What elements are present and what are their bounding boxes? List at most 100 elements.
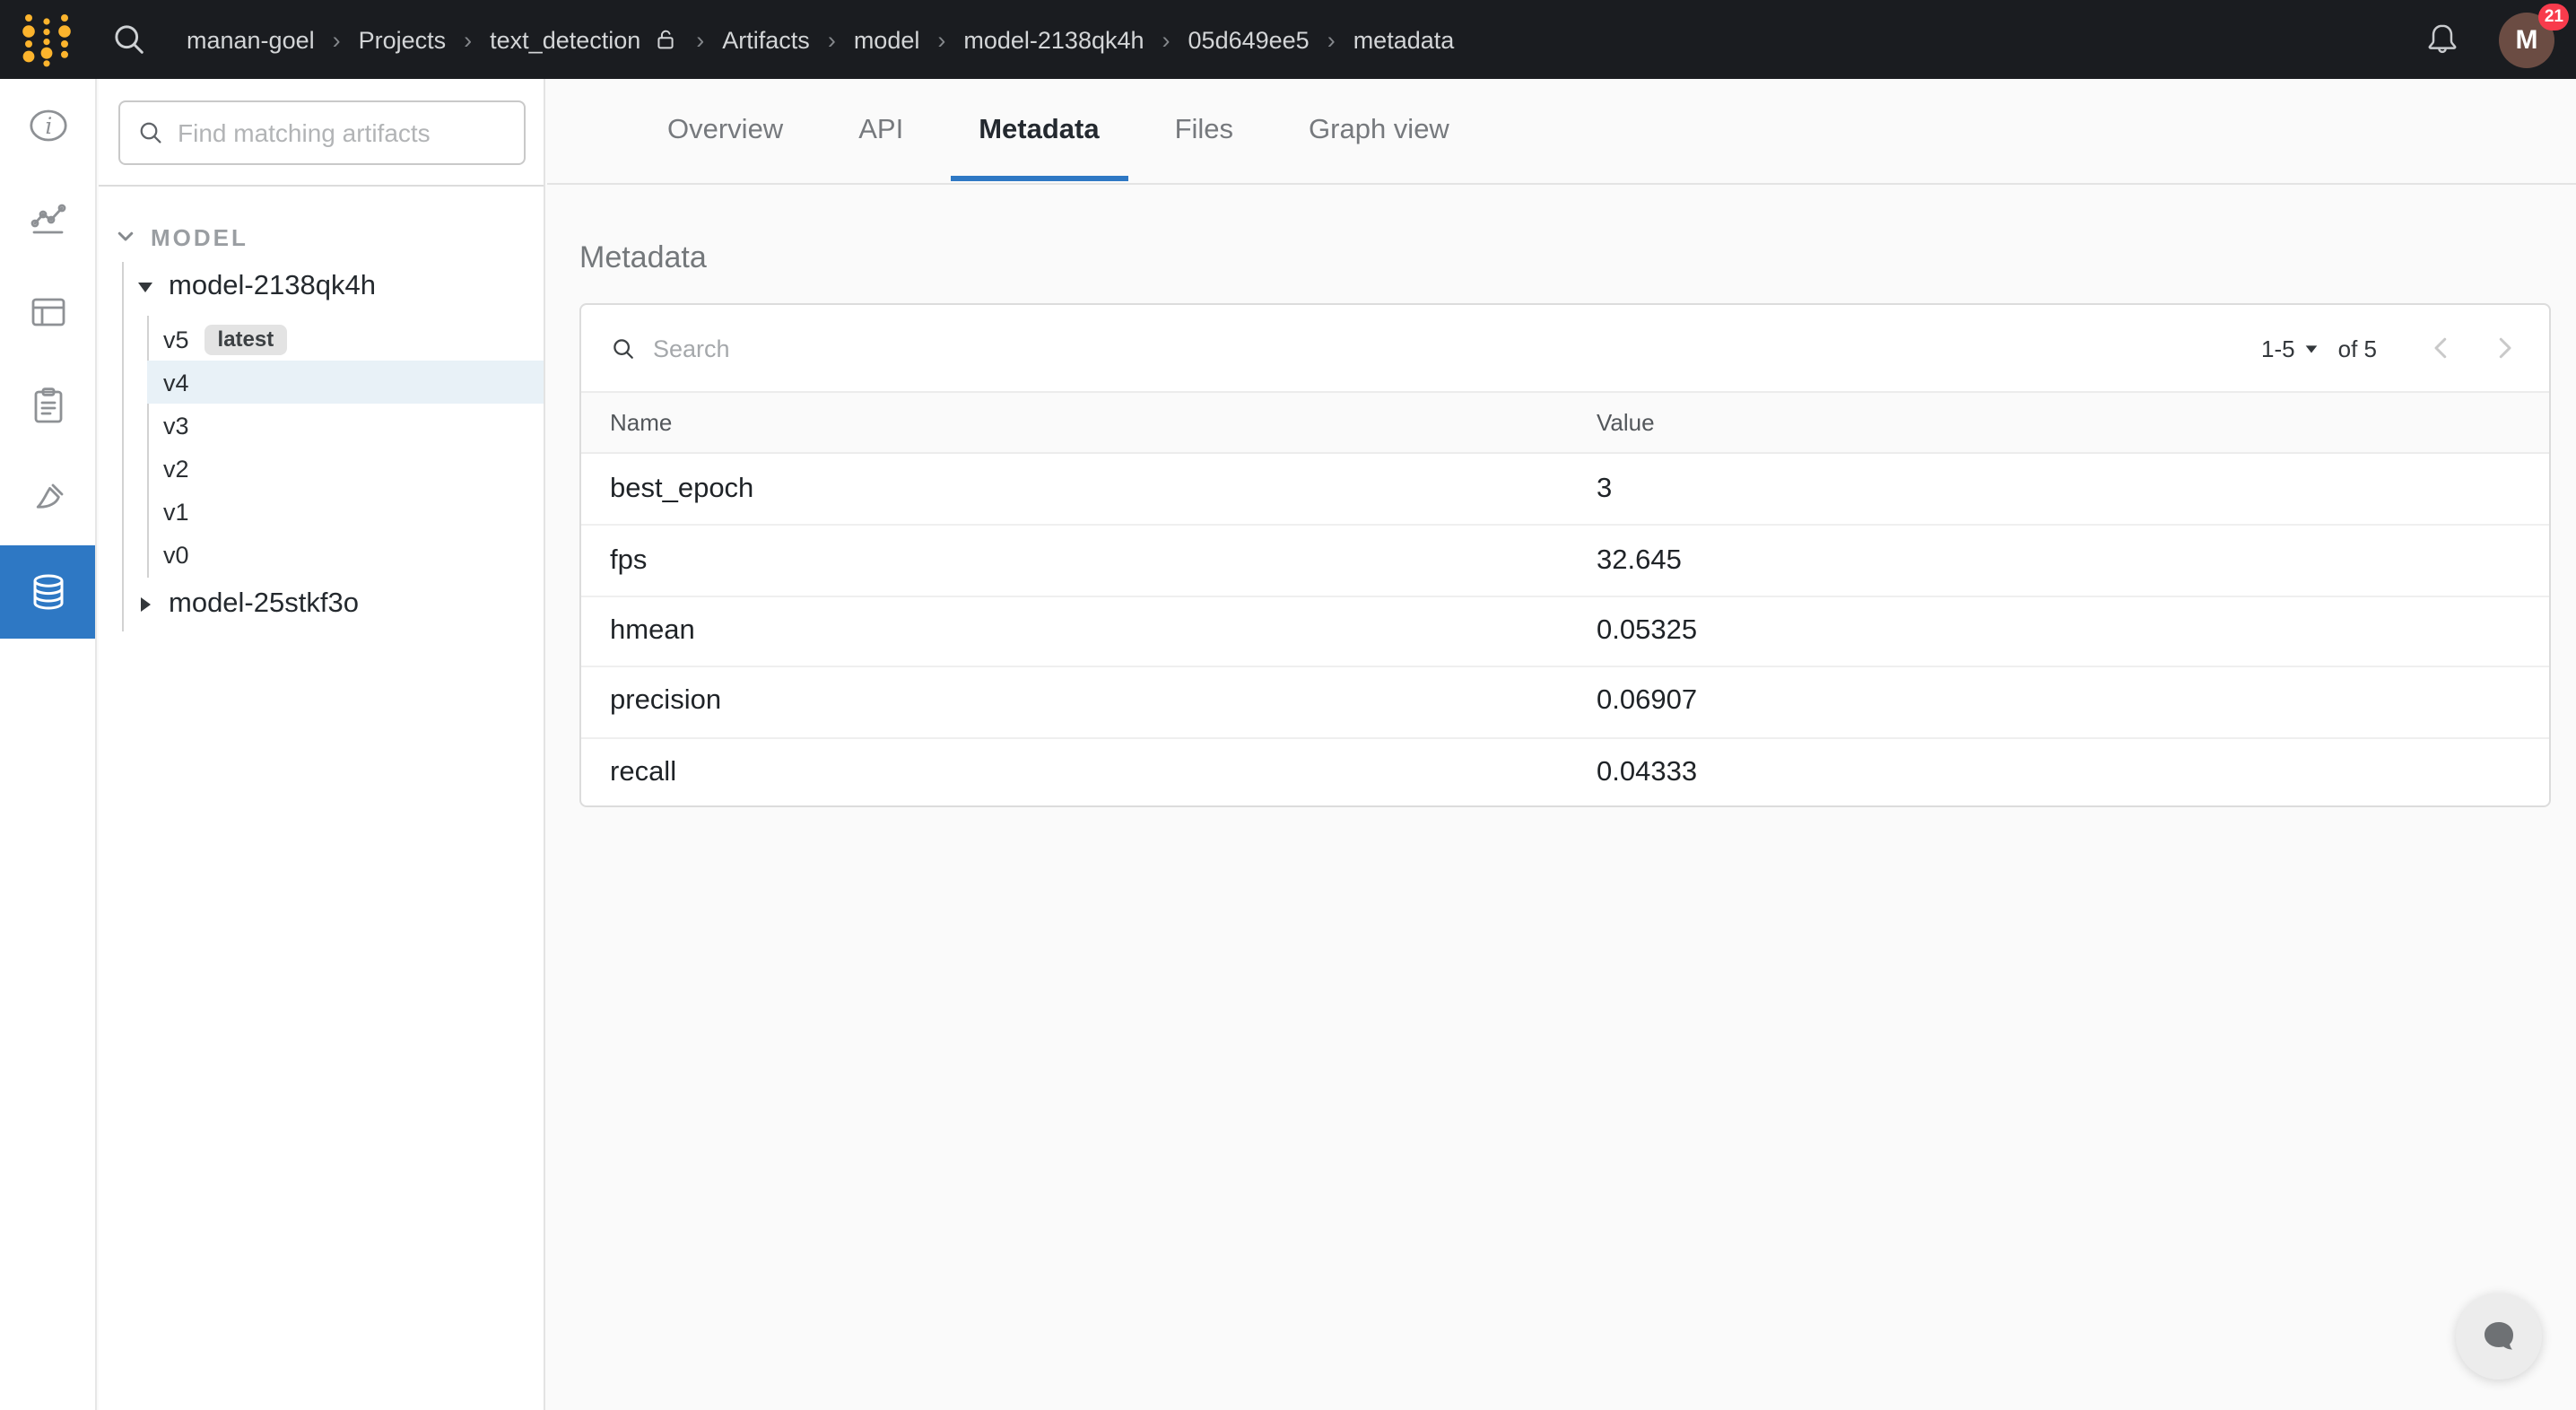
version-list: v5 latest v4 v3 v2 v1 v0 <box>99 318 544 576</box>
page-title: Metadata <box>579 240 707 276</box>
lock-open-icon <box>653 27 678 52</box>
breadcrumb-separator: › <box>937 26 945 53</box>
chat-bubble-icon <box>2476 1315 2521 1358</box>
tab-label: Metadata <box>979 115 1099 147</box>
tab-label: Overview <box>667 115 783 147</box>
table-row: best_epoch 3 <box>581 454 2549 525</box>
breadcrumb-label: Projects <box>359 26 447 53</box>
metadata-panel: Metadata 1-5 of 5 <box>547 187 2576 1410</box>
version-label: v3 <box>163 412 189 439</box>
chevron-down-icon <box>115 226 136 248</box>
version-row-v2[interactable]: v2 <box>147 447 544 490</box>
breadcrumb-item-projects[interactable]: Projects <box>359 26 447 53</box>
breadcrumb-item-metadata[interactable]: metadata <box>1353 26 1455 53</box>
line-chart-icon <box>26 197 69 240</box>
artifact-name: model-25stkf3o <box>169 588 359 621</box>
table-row: precision 0.06907 <box>581 666 2549 736</box>
version-row-v5[interactable]: v5 latest <box>147 318 544 361</box>
cell-value: 3 <box>1597 473 2520 505</box>
info-icon: i <box>26 104 69 147</box>
artifact-sidebar: MODEL model-2138qk4h v5 latest v4 v3 v2 <box>99 79 545 1410</box>
topbar: manan-goel › Projects › text_detection ›… <box>0 0 2576 79</box>
tab-graph-view[interactable]: Graph view <box>1280 79 1478 183</box>
version-row-v3[interactable]: v3 <box>147 404 544 447</box>
avatar-initial: M <box>2516 24 2538 55</box>
avatar[interactable]: M 21 <box>2499 12 2554 67</box>
bell-icon[interactable] <box>2422 19 2463 60</box>
table-row: hmean 0.05325 <box>581 596 2549 666</box>
rail-item-tables[interactable] <box>0 265 95 359</box>
rail-item-charts[interactable] <box>0 172 95 265</box>
tree-artifact-model-25stkf3o[interactable]: model-25stkf3o <box>99 585 544 624</box>
version-row-v1[interactable]: v1 <box>147 490 544 533</box>
breadcrumb-item-artifact-name[interactable]: model-2138qk4h <box>963 26 1144 53</box>
rail-item-reports[interactable] <box>0 359 95 452</box>
version-row-v0[interactable]: v0 <box>147 533 544 576</box>
breadcrumb-item-project[interactable]: text_detection <box>490 26 678 53</box>
breadcrumb-item-artifact-type[interactable]: model <box>854 26 920 53</box>
breadcrumb-label: 05d649ee5 <box>1188 26 1310 53</box>
cell-value: 0.05325 <box>1597 615 2520 648</box>
tab-label: API <box>858 115 903 147</box>
rail-item-artifacts[interactable] <box>0 545 95 639</box>
tree-artifact-model-2138qk4h[interactable]: model-2138qk4h <box>99 267 544 307</box>
database-icon <box>26 570 69 614</box>
version-label: v0 <box>163 541 189 568</box>
breadcrumb: manan-goel › Projects › text_detection ›… <box>187 26 1454 53</box>
broom-icon <box>26 477 69 520</box>
breadcrumb-separator: › <box>828 26 836 53</box>
wandb-artifact-page: manan-goel › Projects › text_detection ›… <box>0 0 2576 1410</box>
table-panel-icon <box>26 291 69 334</box>
artifact-search-box[interactable] <box>118 100 526 165</box>
chevron-left-icon[interactable] <box>2425 332 2458 364</box>
tab-api[interactable]: API <box>830 79 932 183</box>
table-header-row: Name Value <box>581 391 2549 454</box>
breadcrumb-item-artifacts[interactable]: Artifacts <box>722 26 810 53</box>
chevron-right-icon[interactable] <box>2488 332 2520 364</box>
notification-badge: 21 <box>2539 3 2569 30</box>
version-row-v4[interactable]: v4 <box>147 361 544 404</box>
breadcrumb-label: Artifacts <box>722 26 810 53</box>
page-range-value: 1-5 <box>2261 335 2295 361</box>
page-total: of 5 <box>2338 335 2377 361</box>
caret-down-icon <box>136 278 154 296</box>
svg-text:i: i <box>44 113 51 139</box>
nav-rail: i <box>0 79 97 1410</box>
version-label: v5 <box>163 326 189 352</box>
wandb-logo-icon[interactable] <box>22 9 72 70</box>
tab-overview[interactable]: Overview <box>639 79 812 183</box>
search-icon[interactable] <box>109 20 149 59</box>
page-range-dropdown[interactable]: 1-5 <box>2261 335 2320 361</box>
artifact-tree: MODEL model-2138qk4h v5 latest v4 v3 v2 <box>99 187 544 1410</box>
version-label: v1 <box>163 498 189 525</box>
table-search-input[interactable] <box>653 335 2261 361</box>
breadcrumb-item-version-hash[interactable]: 05d649ee5 <box>1188 26 1310 53</box>
breadcrumb-label: metadata <box>1353 26 1455 53</box>
section-label: MODEL <box>151 223 248 250</box>
cell-value: 0.04333 <box>1597 757 2520 789</box>
version-label: v2 <box>163 455 189 482</box>
tab-metadata[interactable]: Metadata <box>950 79 1127 183</box>
breadcrumb-item-user[interactable]: manan-goel <box>187 26 315 53</box>
rail-item-sweeps[interactable] <box>0 452 95 545</box>
tab-label: Files <box>1175 115 1233 147</box>
rail-item-info[interactable]: i <box>0 79 95 172</box>
pagination: 1-5 of 5 <box>2261 332 2520 364</box>
cell-value: 32.645 <box>1597 544 2520 577</box>
clipboard-icon <box>26 384 69 427</box>
column-header-name: Name <box>610 409 1597 436</box>
breadcrumb-label: text_detection <box>490 26 640 53</box>
cell-value: 0.06907 <box>1597 686 2520 718</box>
latest-badge: latest <box>205 324 287 354</box>
breadcrumb-separator: › <box>464 26 472 53</box>
tab-files[interactable]: Files <box>1146 79 1262 183</box>
breadcrumb-separator: › <box>1327 26 1336 53</box>
artifact-search-input[interactable] <box>178 118 508 147</box>
tab-label: Graph view <box>1309 115 1449 147</box>
help-chat-button[interactable] <box>2456 1293 2542 1380</box>
caret-right-icon <box>136 596 154 614</box>
tree-section-model[interactable]: MODEL <box>115 219 248 255</box>
breadcrumb-separator: › <box>333 26 341 53</box>
column-header-value: Value <box>1597 409 2520 436</box>
artifact-name: model-2138qk4h <box>169 271 376 303</box>
